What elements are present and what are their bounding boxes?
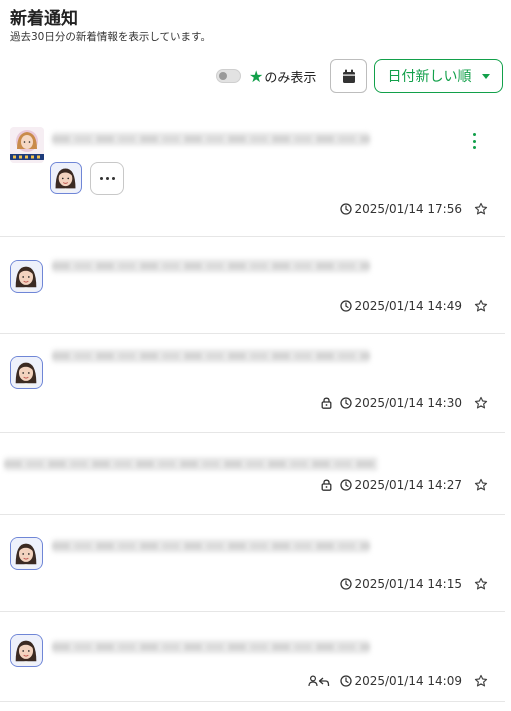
timestamp-text: 2025/01/14 14:49 — [354, 299, 462, 313]
star-only-label: のみ表示 — [264, 71, 317, 86]
notification-message: ○○○○さんから新着メッセージが届いています。 — [52, 259, 370, 273]
star-outline-icon — [474, 577, 488, 590]
notification-meta: 2025/01/14 14:09 — [308, 674, 488, 688]
lock-indicator — [321, 479, 332, 491]
sender-avatar[interactable] — [10, 127, 44, 163]
star-outline-icon — [474, 396, 488, 409]
notification-item[interactable]: ○○○○さんから新着メッセージが届いています。 2025/01/14 17:56 — [0, 107, 505, 237]
toolbar: ★ のみ表示 日付新しい順 — [0, 58, 511, 94]
timestamp: 2025/01/14 14:30 — [340, 396, 462, 410]
timestamp: 2025/01/14 14:49 — [340, 299, 462, 313]
star-outline-icon — [474, 674, 488, 687]
avatar-face-icon — [51, 163, 80, 192]
clock-icon — [340, 479, 353, 491]
notification-item[interactable]: ○○○○さんから新着メッセージが届いています。 2025/01/14 14:09 — [0, 612, 505, 702]
clock-icon — [340, 675, 353, 687]
timestamp-text: 2025/01/14 17:56 — [354, 202, 462, 216]
lock-icon — [321, 479, 332, 491]
sender-avatar[interactable] — [10, 537, 43, 570]
timestamp: 2025/01/14 14:27 — [340, 478, 462, 492]
reply-indicator — [308, 675, 330, 687]
more-vertical-icon[interactable] — [470, 133, 478, 149]
caret-down-icon — [481, 73, 490, 79]
timestamp: 2025/01/14 14:15 — [340, 577, 462, 591]
notification-message: ○○○○さんから新着メッセージが届いています。 — [52, 132, 370, 146]
user-reply-icon — [308, 675, 330, 687]
star-outline-icon — [474, 299, 488, 312]
calendar-button[interactable] — [330, 59, 367, 93]
more-participants-button[interactable] — [90, 162, 124, 195]
timestamp-text: 2025/01/14 14:30 — [354, 396, 462, 410]
sort-dropdown[interactable]: 日付新しい順 — [374, 59, 503, 93]
notification-message: ○○○○さんから新着メッセージが届いています。 — [4, 457, 378, 471]
clock-icon — [340, 300, 353, 312]
favorite-button[interactable] — [474, 202, 488, 216]
notification-meta: 2025/01/14 14:27 — [321, 478, 488, 492]
timestamp: 2025/01/14 17:56 — [340, 202, 462, 216]
timestamp-text: 2025/01/14 14:15 — [354, 577, 462, 591]
participant-avatar[interactable] — [50, 162, 82, 194]
clock-icon — [340, 578, 353, 590]
favorite-button[interactable] — [474, 299, 488, 313]
notification-meta: 2025/01/14 14:49 — [340, 299, 488, 313]
favorite-button[interactable] — [474, 396, 488, 410]
star-outline-icon — [474, 202, 488, 215]
notification-list: ○○○○さんから新着メッセージが届いています。 2025/01/14 17:56… — [0, 107, 505, 702]
notification-item[interactable]: ○○○○さんから新着メッセージが届いています。 2025/01/14 14:49 — [0, 237, 505, 334]
notification-meta: 2025/01/14 17:56 — [340, 202, 488, 216]
user-photo-icon — [10, 127, 44, 163]
notification-message: ○○○○さんから新着メッセージが届いています。 — [52, 539, 370, 553]
sender-avatar[interactable] — [10, 260, 43, 293]
page-subtitle: 過去30日分の新着情報を表示しています。 — [10, 31, 211, 43]
sort-label: 日付新しい順 — [387, 69, 472, 85]
clock-icon — [340, 203, 353, 215]
notification-message: ○○○○さんから新着メッセージが届いています。 — [52, 349, 370, 363]
star-filled-icon: ★ — [249, 66, 264, 86]
page-title: 新着通知 — [10, 9, 78, 29]
star-only-toggle[interactable] — [216, 69, 241, 83]
timestamp-text: 2025/01/14 14:09 — [354, 674, 462, 688]
sender-avatar[interactable] — [10, 634, 43, 667]
timestamp-text: 2025/01/14 14:27 — [354, 478, 462, 492]
notification-item[interactable]: ○○○○さんから新着メッセージが届いています。 2025/01/14 14:15 — [0, 515, 505, 612]
favorite-button[interactable] — [474, 478, 488, 492]
star-only-label-group: ★ のみ表示 — [249, 67, 316, 86]
notification-meta: 2025/01/14 14:15 — [340, 577, 488, 591]
sender-avatar[interactable] — [10, 356, 43, 389]
favorite-button[interactable] — [474, 577, 488, 591]
timestamp: 2025/01/14 14:09 — [340, 674, 462, 688]
notification-item[interactable]: ○○○○さんから新着メッセージが届いています。 2025/01/14 14:30 — [0, 334, 505, 433]
lock-icon — [321, 397, 332, 409]
avatar-face-icon — [11, 357, 41, 387]
notification-item[interactable]: ○○○○さんから新着メッセージが届いています。 2025/01/14 14:27 — [0, 433, 505, 515]
toggle-knob — [219, 72, 227, 80]
clock-icon — [340, 397, 353, 409]
avatar-face-icon — [11, 261, 41, 291]
notification-message: ○○○○さんから新着メッセージが届いています。 — [52, 640, 370, 654]
avatar-face-icon — [11, 635, 41, 665]
favorite-button[interactable] — [474, 674, 488, 688]
calendar-icon — [342, 69, 355, 83]
lock-indicator — [321, 397, 332, 409]
notification-meta: 2025/01/14 14:30 — [321, 396, 488, 410]
star-outline-icon — [474, 478, 488, 491]
avatar-face-icon — [11, 538, 41, 568]
